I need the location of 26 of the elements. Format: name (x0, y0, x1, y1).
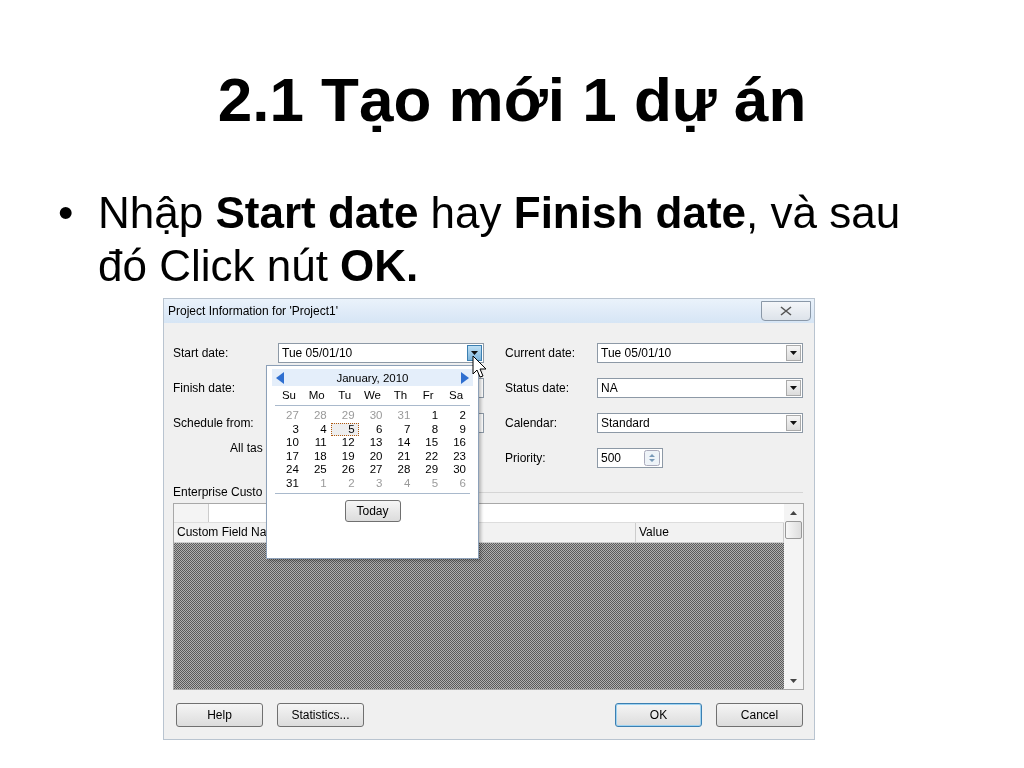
month-label: January, 2010 (336, 371, 409, 384)
weekday-label: Th (392, 388, 409, 403)
field-label: Current date: (505, 346, 577, 360)
weekday-label: Fr (421, 388, 435, 403)
note-text: All tas (230, 441, 263, 457)
slide-title: 2.1 Tạo mới 1 dự án (216, 64, 808, 130)
field-label: Status date: (505, 381, 571, 395)
bullet-mark: • (57, 187, 75, 239)
field-label: Start date: (173, 346, 230, 360)
field-label: Schedule from: (173, 416, 255, 430)
field-label: Calendar: (505, 416, 559, 430)
field-label: Finish date: (173, 381, 237, 395)
field-label: Priority: (505, 451, 547, 465)
field-value: Tue 05/01/10 (282, 346, 353, 360)
weekday-label: Su (280, 388, 297, 403)
field-value: Standard (601, 416, 650, 430)
weekday-label: We (362, 388, 382, 403)
field-value: NA (601, 381, 618, 395)
section-label: Enterprise Custo (173, 485, 263, 499)
weekday-label: Sa (448, 388, 465, 403)
field-value: Tue 05/01/10 (601, 346, 672, 360)
bullet-text: Nhập Start date hay Finish date, và sau đó Click nút OK. (98, 187, 902, 292)
weekday-label: Tu (337, 388, 353, 403)
field-value: 500 (601, 451, 622, 465)
window-title: Project Information for 'Project1' (168, 304, 338, 318)
weekday-label: Mo (307, 388, 326, 403)
